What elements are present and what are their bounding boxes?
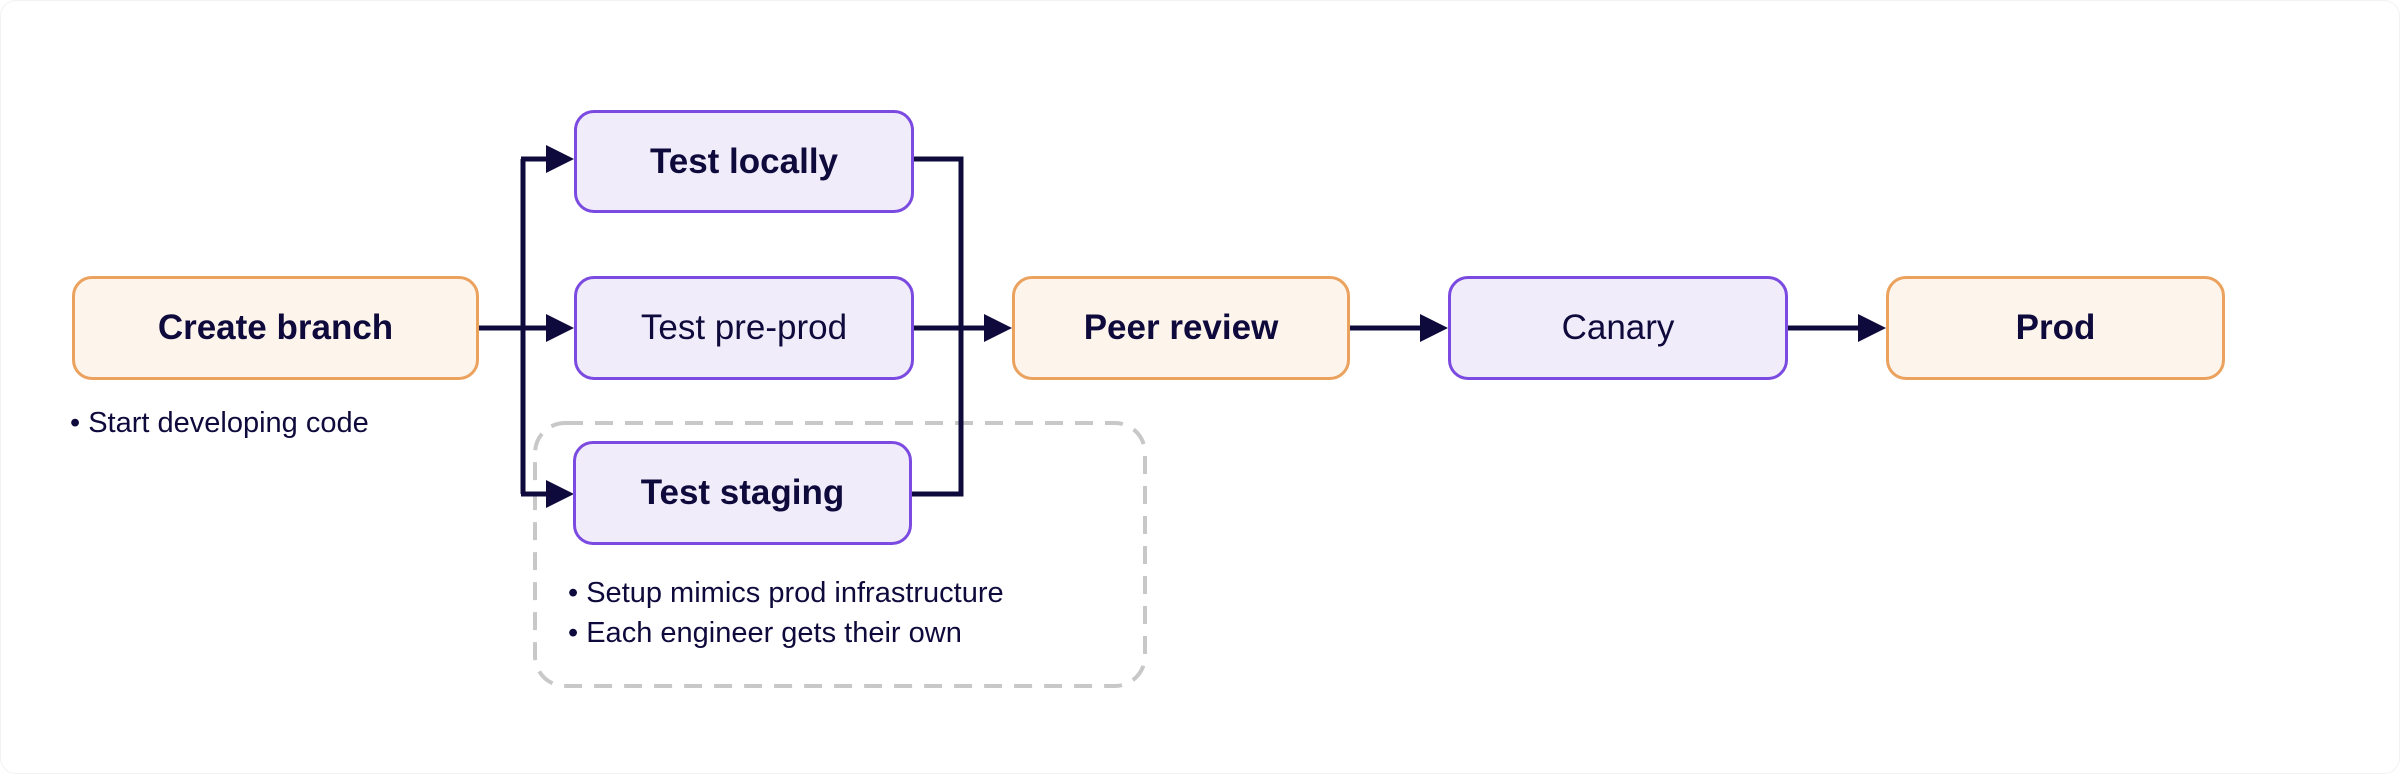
- test-staging-notes: Setup mimics prod infrastructure Each en…: [568, 573, 1004, 653]
- diagram-canvas: Create branch Test locally Test pre-prod…: [0, 0, 2400, 774]
- node-peer-review: Peer review: [1012, 276, 1350, 380]
- arrowhead-canary: [1420, 314, 1448, 342]
- arrowhead-test-locally: [546, 145, 574, 173]
- connectors: [479, 145, 1886, 688]
- arrowhead-prod: [1858, 314, 1886, 342]
- arrowhead-test-preprod: [546, 314, 574, 342]
- arrowhead-peer-review: [984, 314, 1012, 342]
- node-canary: Canary: [1448, 276, 1788, 380]
- note-item: Start developing code: [70, 403, 369, 443]
- node-test-locally: Test locally: [574, 110, 914, 213]
- arrowhead-test-staging: [546, 480, 574, 508]
- note-item: Each engineer gets their own: [568, 613, 1004, 653]
- create-branch-notes: Start developing code: [70, 403, 369, 443]
- node-test-preprod: Test pre-prod: [574, 276, 914, 380]
- node-test-staging: Test staging: [573, 441, 912, 545]
- note-item: Setup mimics prod infrastructure: [568, 573, 1003, 613]
- node-prod: Prod: [1886, 276, 2225, 380]
- node-create-branch: Create branch: [72, 276, 479, 380]
